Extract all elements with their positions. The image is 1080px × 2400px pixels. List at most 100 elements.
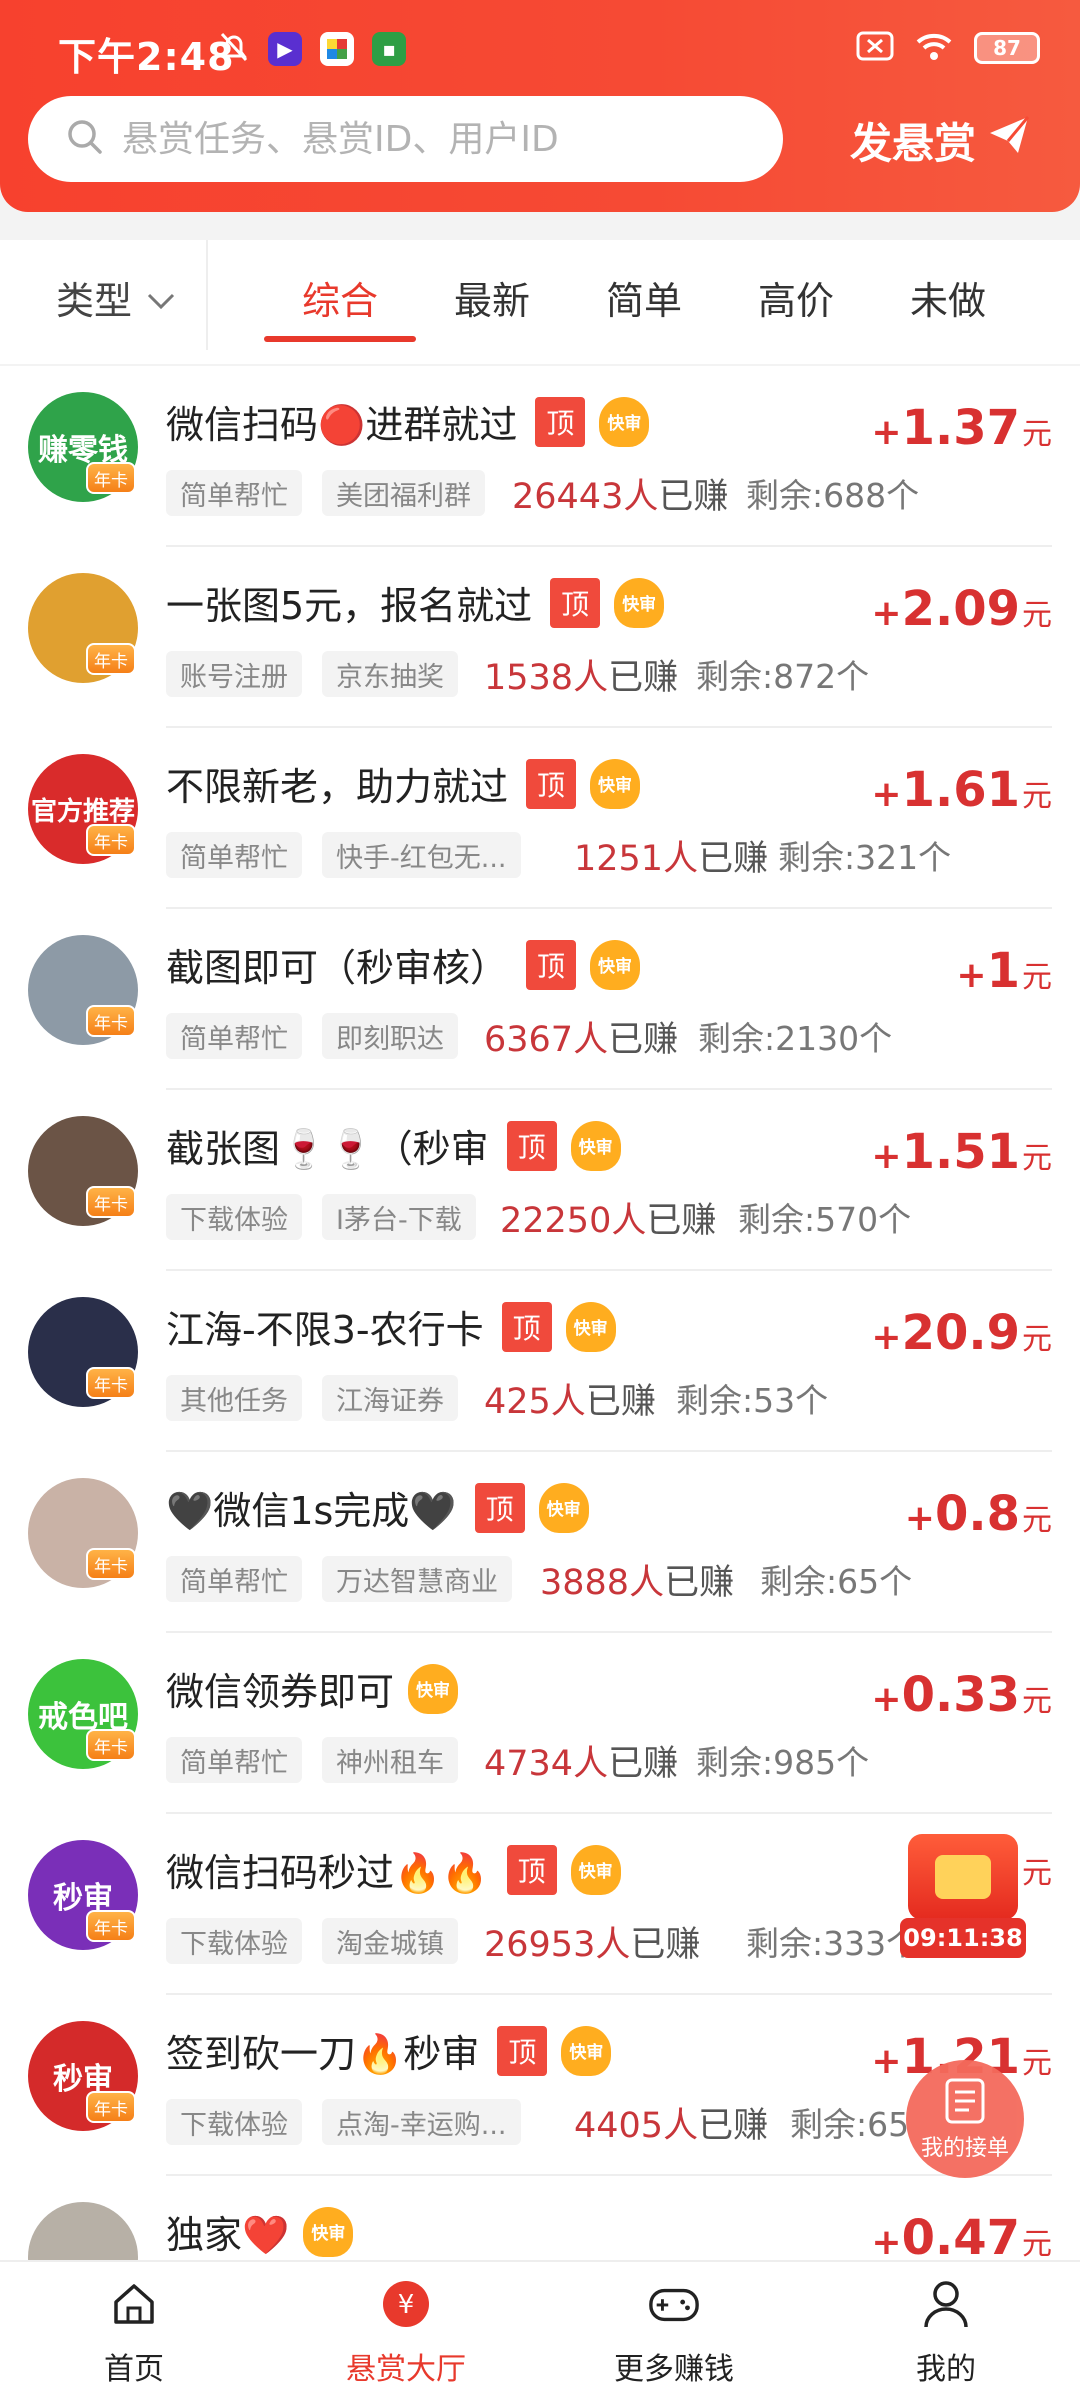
nav-home-label: 首页 <box>104 2352 164 2387</box>
price-unit: 元 <box>1022 2046 1052 2081</box>
my-orders-label: 我的接单 <box>920 2136 1009 2161</box>
task-category-chip: 简单帮忙 <box>166 832 302 878</box>
remaining-count: 剩余:688个 <box>746 476 920 515</box>
reward-price: + 1.51 元 <box>871 1124 1052 1180</box>
task-category-chip: 下载体验 <box>166 1918 302 1964</box>
price-plus: + <box>956 955 987 996</box>
price-plus: + <box>871 774 902 815</box>
nav-bounty-hall[interactable]: ¥ 悬赏大厅 <box>306 2278 506 2388</box>
task-row[interactable]: 赚零钱 年卡 微信扫码🔴进群就过顶快审 简单帮忙 美团福利群 26443人 已赚 剩余:… <box>0 366 1080 547</box>
task-title-text: 微信扫码🔴进群就过 <box>166 403 518 447</box>
active-tab-indicator <box>264 336 416 342</box>
bottom-nav: 首页 ¥ 悬赏大厅 更多赚钱 我的 <box>0 2260 1080 2400</box>
earned-count: 4405人 已赚 <box>574 2099 768 2146</box>
merchant-chip: 神州租车 <box>322 1737 458 1783</box>
task-category-chip: 账号注册 <box>166 651 302 697</box>
task-title: 🖤微信1s完成🖤 顶快审 <box>166 1480 589 1535</box>
fast-review-tag: 快审 <box>538 1482 589 1533</box>
merchant-chip: 江海证券 <box>322 1375 458 1421</box>
merchant-chip: 即刻职达 <box>322 1013 458 1059</box>
pinned-tag: 顶 <box>535 396 586 447</box>
battery-indicator: 87 <box>974 32 1040 64</box>
tab-latest[interactable]: 最新 <box>454 270 530 325</box>
annual-card-badge: 年卡 <box>86 1367 136 1399</box>
reward-price: + 1.61 元 <box>871 762 1052 818</box>
red-envelope-widget[interactable]: 09:11:38 <box>900 1828 1026 1958</box>
task-title-text: 江海-不限3-农行卡 <box>166 1308 484 1352</box>
earned-count-number: 6367人 <box>484 1019 609 1060</box>
annual-card-badge: 年卡 <box>86 643 136 675</box>
earned-count-number: 4405人 <box>574 2105 699 2146</box>
task-title-text: 截图即可（秒审核） <box>166 946 509 990</box>
price-unit: 元 <box>1022 1684 1052 1719</box>
task-title-text: 微信扫码秒过🔥🔥 <box>166 1851 489 1895</box>
task-title: 一张图5元，报名就过顶快审 <box>166 575 665 630</box>
task-category-chip: 简单帮忙 <box>166 1013 302 1059</box>
task-title-text: 一张图5元，报名就过 <box>166 584 533 628</box>
earned-count-number: 22250人 <box>500 1200 647 1241</box>
price-amount: 1.51 <box>901 1124 1020 1180</box>
merchant-chip: 点淘-幸运购... <box>322 2099 521 2145</box>
task-title-text: 独家❤️ <box>166 2213 290 2257</box>
clipboard-icon <box>943 2076 987 2130</box>
task-title: 微信领券即可 快审 <box>166 1661 459 1716</box>
reward-price: + 0.47 元 <box>871 2210 1052 2260</box>
earned-count: 1251人 已赚 <box>574 832 768 879</box>
task-category-chip: 简单帮忙 <box>166 470 302 516</box>
earned-count-number: 1251人 <box>574 838 699 879</box>
tab-not-done[interactable]: 未做 <box>910 270 986 325</box>
price-amount: 20.9 <box>901 1305 1020 1361</box>
task-row[interactable]: 官方推荐 年卡 不限新老，助力就过顶快审 简单帮忙 快手-红包无... 1251人 已… <box>0 728 1080 909</box>
earned-count-number: 26953人 <box>484 1924 631 1965</box>
search-bar[interactable] <box>28 96 783 182</box>
post-bounty-button[interactable]: 发悬赏 <box>850 110 1030 170</box>
annual-card-badge: 年卡 <box>86 462 136 494</box>
type-filter-dropdown[interactable]: 类型 <box>56 270 176 325</box>
reward-price: + 0.33 元 <box>871 1667 1052 1723</box>
earned-count-suffix: 已赚 <box>608 1019 679 1060</box>
task-row[interactable]: 戒色吧 年卡 微信领券即可 快审 简单帮忙 神州租车 4734人 已赚 剩余:985个 +… <box>0 1633 1080 1814</box>
task-row[interactable]: 年卡 截张图🍷🍷（秒审顶快审 下载体验 I茅台-下载 22250人 已赚 剩余:570… <box>0 1090 1080 1271</box>
annual-card-badge: 年卡 <box>86 1729 136 1761</box>
tab-simple[interactable]: 简单 <box>606 270 682 325</box>
publisher-avatar[interactable] <box>28 2202 138 2260</box>
video-app-icon: ▶ <box>268 32 302 66</box>
earned-count-suffix: 已赚 <box>585 1381 656 1422</box>
tab-high-price[interactable]: 高价 <box>758 270 834 325</box>
nav-home[interactable]: 首页 <box>34 2278 234 2388</box>
task-category-chip: 简单帮忙 <box>166 1737 302 1783</box>
avatar-text: 官方推荐 <box>30 796 135 827</box>
fast-review-tag: 快审 <box>561 2025 612 2076</box>
price-unit: 元 <box>1022 960 1052 995</box>
remaining-count: 剩余:985个 <box>696 1743 870 1782</box>
task-title: 微信扫码秒过🔥🔥 顶快审 <box>166 1842 621 1897</box>
remaining-count: 剩余:65 <box>790 2105 910 2144</box>
wifi-icon <box>914 30 954 66</box>
task-row[interactable]: 年卡 江海-不限3-农行卡顶快审 其他任务 江海证券 425人 已赚 剩余:53个 +… <box>0 1271 1080 1452</box>
status-system-icons: 87 <box>856 30 1040 66</box>
reward-price: + 1.37 元 <box>871 400 1052 456</box>
earned-count: 6367人 已赚 <box>484 1013 679 1060</box>
task-category-chip: 下载体验 <box>166 2099 302 2145</box>
price-unit: 元 <box>1022 779 1052 814</box>
app-header: 下午2:48 ▶ ▪ 87 发悬赏 <box>0 0 1080 212</box>
my-orders-button[interactable]: 我的接单 <box>906 2060 1024 2178</box>
earned-count-suffix: 已赚 <box>646 1200 717 1241</box>
earned-count: 3888人 已赚 <box>540 1556 734 1603</box>
task-title: 微信扫码🔴进群就过顶快审 <box>166 394 650 449</box>
game-app-icon: ▪ <box>372 32 406 66</box>
annual-card-badge: 年卡 <box>86 1548 136 1580</box>
task-row[interactable]: 年卡 一张图5元，报名就过顶快审 账号注册 京东抽奖 1538人 已赚 剩余:872个… <box>0 547 1080 728</box>
person-icon <box>920 2278 972 2330</box>
earned-count-suffix: 已赚 <box>608 657 679 698</box>
nav-more-earnings[interactable]: 更多赚钱 <box>574 2278 774 2388</box>
tab-comprehensive[interactable]: 综合 <box>302 270 378 325</box>
search-input[interactable] <box>122 118 722 160</box>
task-row[interactable]: 年卡 🖤微信1s完成🖤 顶快审 简单帮忙 万达智慧商业 3888人 已赚 剩余:65个 … <box>0 1452 1080 1633</box>
task-row[interactable]: 年卡 独家❤️快审 + 0.47 元 <box>0 2176 1080 2260</box>
task-row[interactable]: 年卡 截图即可（秒审核） 顶快审 简单帮忙 即刻职达 6367人 已赚 剩余:2130个… <box>0 909 1080 1090</box>
nav-mine[interactable]: 我的 <box>846 2278 1046 2388</box>
task-category-chip: 简单帮忙 <box>166 1556 302 1602</box>
task-title: 独家❤️ 快审 <box>166 2204 354 2259</box>
price-plus: + <box>871 1136 902 1177</box>
